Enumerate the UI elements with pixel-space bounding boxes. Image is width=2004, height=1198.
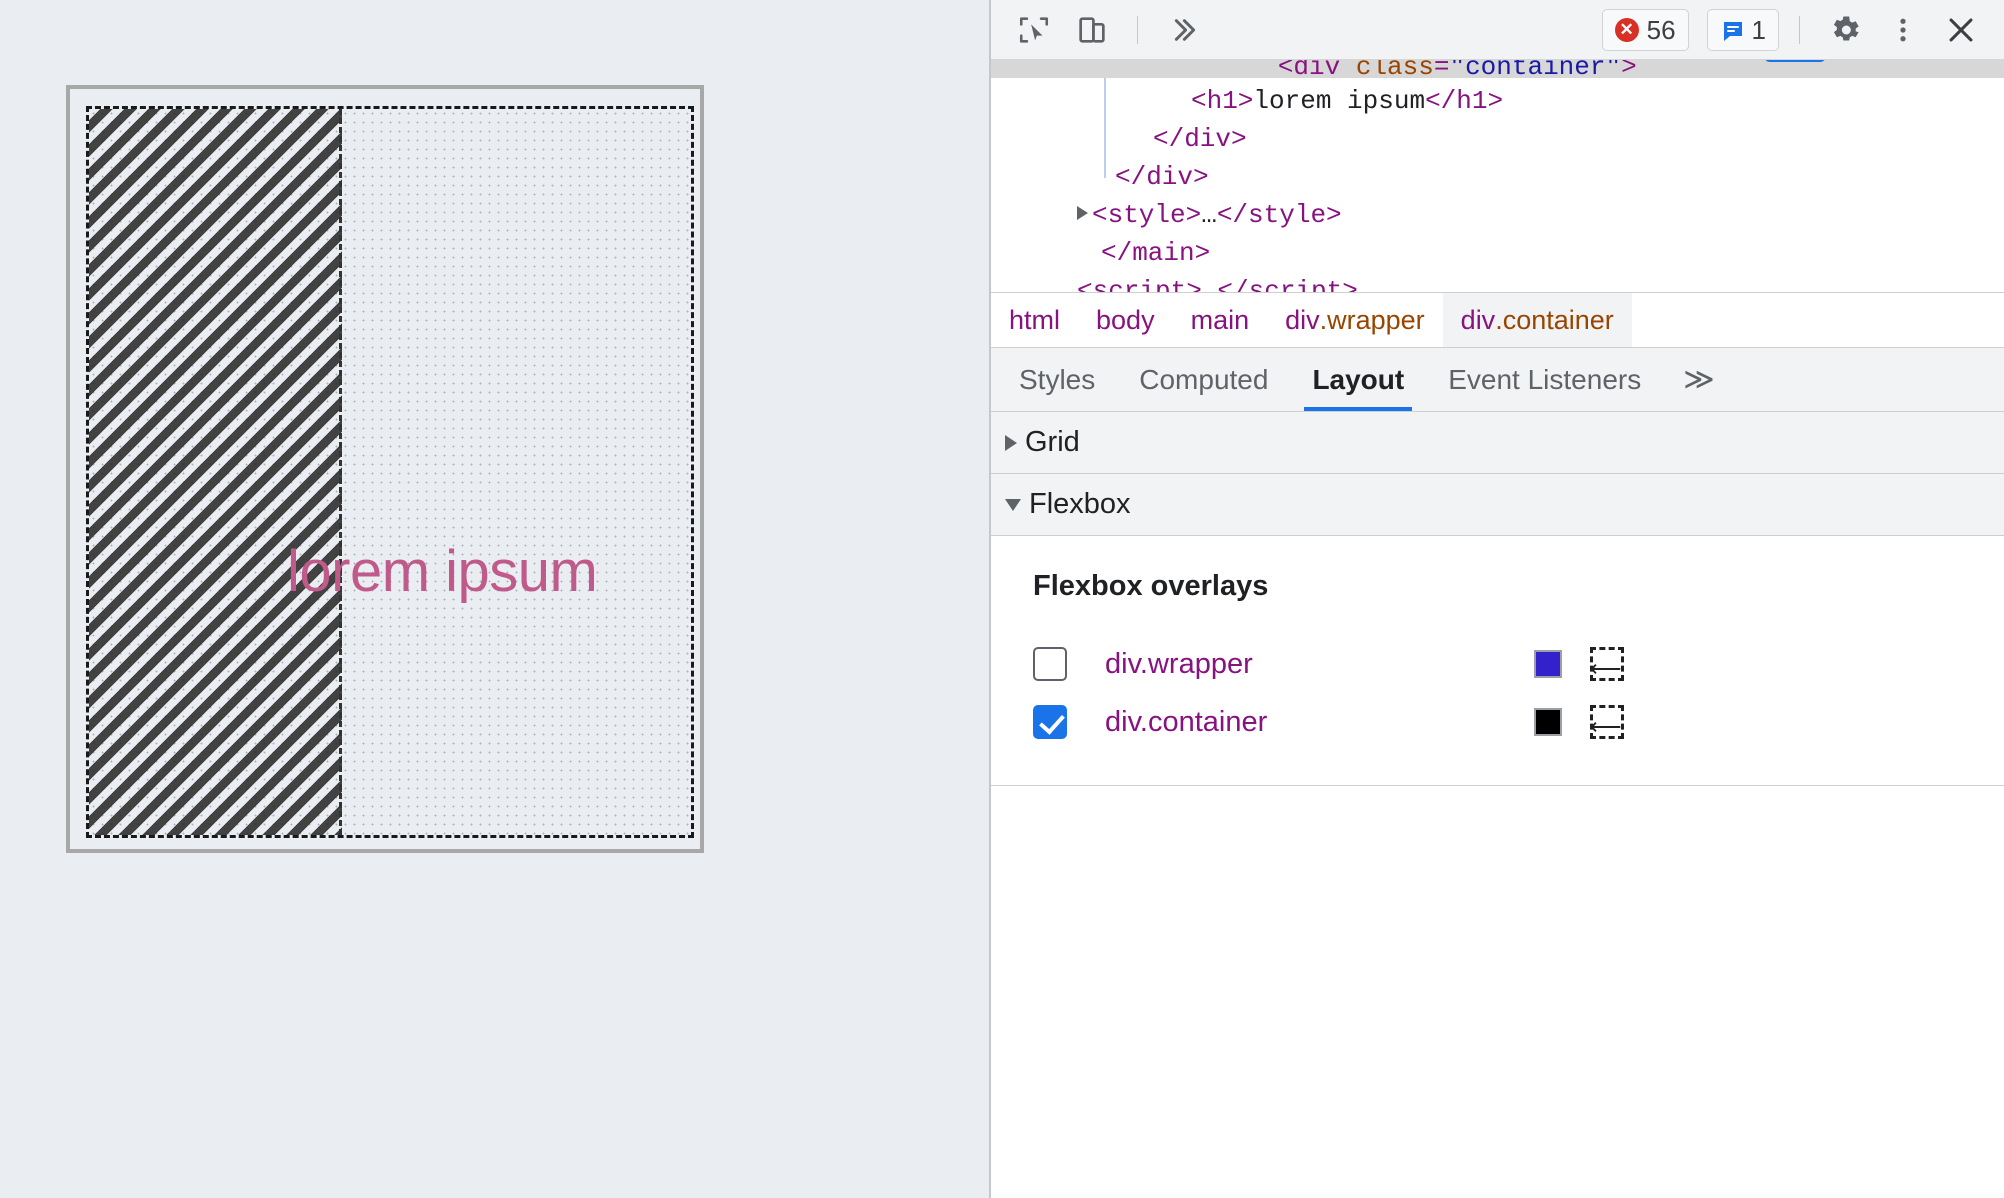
section-grid[interactable]: Grid xyxy=(991,412,2004,474)
expand-triangle-icon[interactable] xyxy=(1077,206,1088,220)
breadcrumb-item-main[interactable]: main xyxy=(1173,293,1268,347)
cursor-arrow-icon: ⟶ xyxy=(1590,714,1622,739)
tab-computed[interactable]: Computed xyxy=(1117,348,1290,411)
section-grid-label: Grid xyxy=(1025,426,1080,458)
breadcrumb-item-html[interactable]: html xyxy=(991,293,1078,347)
breadcrumb: html body main div .wrapper div .container xyxy=(991,292,2004,348)
overlay-row-div-wrapper[interactable]: div.wrapper ⟶ xyxy=(991,635,2004,693)
panel-empty-area xyxy=(991,786,2004,1198)
close-icon[interactable] xyxy=(1936,8,1986,52)
overlay-color-swatch-div-wrapper[interactable] xyxy=(1534,650,1562,678)
dom-line-close-main[interactable]: </main> xyxy=(991,234,2004,272)
tab-event-listeners[interactable]: Event Listeners xyxy=(1426,348,1663,411)
overlay-checkbox-div-wrapper[interactable] xyxy=(1033,647,1067,681)
dom-line-close-div-inner[interactable]: </div> xyxy=(991,120,2004,158)
tab-styles[interactable]: Styles xyxy=(997,348,1117,411)
breadcrumb-class: .wrapper xyxy=(1319,304,1425,335)
kebab-menu-icon[interactable] xyxy=(1878,8,1928,52)
error-counter-button[interactable]: ✕ 56 xyxy=(1601,8,1689,51)
message-count: 1 xyxy=(1751,14,1766,45)
dom-line-container-open[interactable]: <div class="container"> flex xyxy=(991,60,2004,78)
error-circle-icon: ✕ xyxy=(1614,17,1639,42)
breadcrumb-item-div-wrapper[interactable]: div .wrapper xyxy=(1267,293,1443,347)
breadcrumb-label: div xyxy=(1285,304,1320,335)
toolbar-divider-2 xyxy=(1799,15,1800,44)
tab-more-icon[interactable]: ≫ xyxy=(1663,348,1734,411)
gear-icon[interactable] xyxy=(1820,8,1870,52)
breadcrumb-item-body[interactable]: body xyxy=(1078,293,1173,347)
dom-line-close-div-outer[interactable]: </div> xyxy=(991,158,2004,196)
device-toolbar-icon[interactable] xyxy=(1067,8,1117,52)
overlay-color-swatch-div-container[interactable] xyxy=(1534,708,1562,736)
tab-label: Computed xyxy=(1139,363,1269,395)
breadcrumb-label: html xyxy=(1009,304,1061,335)
chevron-right-icon[interactable] xyxy=(1005,434,1017,451)
dom-line-h1[interactable]: <h1>lorem ipsum</h1> xyxy=(991,82,2004,120)
show-element-icon-div-container[interactable]: ⟶ xyxy=(1590,705,1624,739)
devtools-screenshot: lorem ipsum ✕ 56 1 <div class="container… xyxy=(0,0,2004,1198)
flexbox-container-overlay xyxy=(86,106,694,838)
dom-line-style[interactable]: <style>…</style> xyxy=(991,196,2004,234)
devtools-panel: ✕ 56 1 <div class="container"> <h1>lorem… xyxy=(989,0,2004,1198)
cursor-arrow-icon: ⟶ xyxy=(1590,656,1622,681)
chevron-down-icon[interactable] xyxy=(1005,498,1021,511)
overlay-checkbox-div-container[interactable] xyxy=(1033,705,1067,739)
breadcrumb-class: .container xyxy=(1495,304,1614,335)
page-viewport: lorem ipsum xyxy=(0,0,989,1198)
breadcrumb-item-div-container[interactable]: div .container xyxy=(1442,293,1632,347)
overlay-row-div-container[interactable]: div.container ⟶ xyxy=(991,693,2004,751)
breadcrumb-label: main xyxy=(1190,304,1250,335)
breadcrumb-label: div xyxy=(1460,304,1496,335)
dom-tree[interactable]: <div class="container"> flex <h1>lorem i… xyxy=(991,60,2004,292)
inspect-element-icon[interactable] xyxy=(1009,8,1059,52)
dom-line-script[interactable]: <script> </script> xyxy=(991,272,2004,292)
section-flexbox-label: Flexbox xyxy=(1029,488,1131,520)
flex-badge[interactable]: flex xyxy=(1763,60,1826,62)
devtools-toolbar: ✕ 56 1 xyxy=(991,0,2004,60)
error-count: 56 xyxy=(1646,14,1676,45)
tab-label: ≫ xyxy=(1683,363,1715,396)
devtools-tab-bar: Styles Computed Layout Event Listeners ≫ xyxy=(991,348,2004,412)
flexbox-item-hatch-region xyxy=(89,109,342,835)
tab-label: Styles xyxy=(1019,363,1096,395)
overlay-label-div-wrapper[interactable]: div.wrapper xyxy=(1105,648,1253,681)
tab-layout[interactable]: Layout xyxy=(1290,348,1426,411)
breadcrumb-label: body xyxy=(1096,304,1155,335)
message-counter-button[interactable]: 1 xyxy=(1706,8,1779,51)
tab-label: Layout xyxy=(1312,363,1405,395)
flexbox-overlays-title: Flexbox overlays xyxy=(1033,570,1269,602)
chevron-double-right-icon[interactable] xyxy=(1158,8,1208,52)
show-element-icon-div-wrapper[interactable]: ⟶ xyxy=(1590,647,1624,681)
dom-h1-text: lorem ipsum xyxy=(1253,86,1426,116)
overlay-label-div-container[interactable]: div.container xyxy=(1105,706,1267,739)
page-heading: lorem ipsum xyxy=(287,539,598,604)
toolbar-divider xyxy=(1137,15,1138,44)
section-flexbox[interactable]: Flexbox xyxy=(991,474,2004,536)
rendered-page-wrapper xyxy=(66,85,704,853)
flexbox-overlays-panel: Flexbox overlays div.wrapper ⟶ div.conta… xyxy=(991,536,2004,786)
message-icon xyxy=(1720,19,1744,41)
tab-label: Event Listeners xyxy=(1448,363,1642,395)
